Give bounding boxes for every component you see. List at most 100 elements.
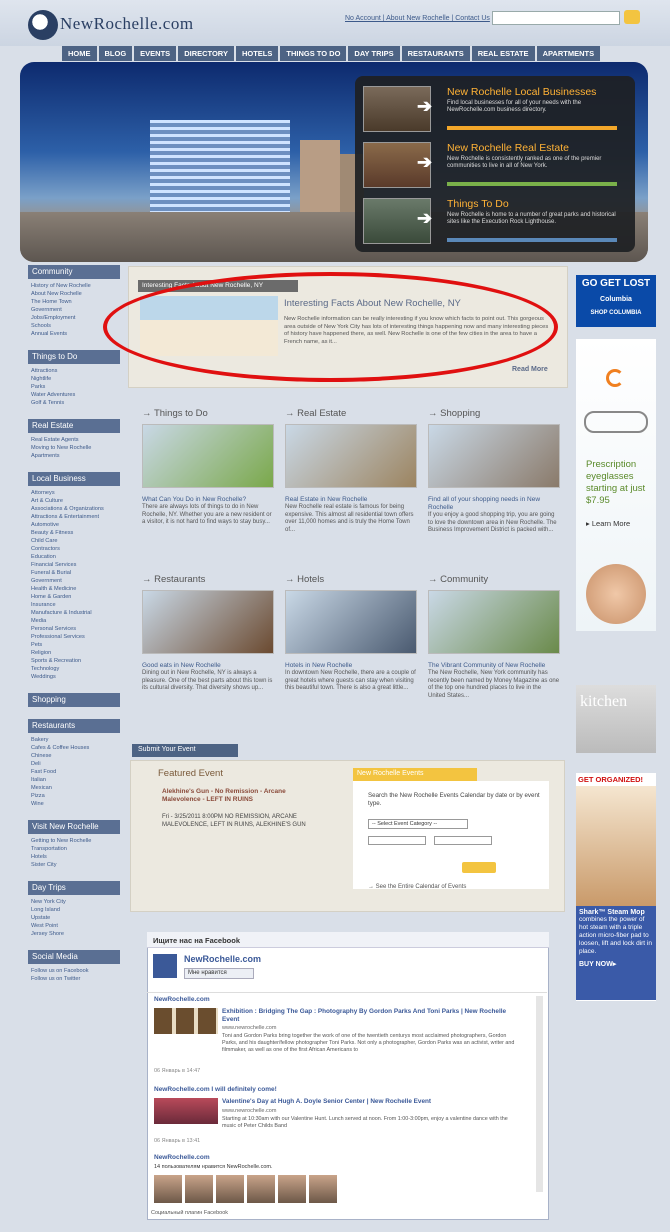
promo-item[interactable]: ➔ New Rochelle Real Estate New Rochelle … xyxy=(363,142,627,192)
sidebar-link[interactable]: Transportation xyxy=(28,845,123,853)
sidebar-link[interactable]: Italian xyxy=(28,776,123,784)
section-heading[interactable]: → Things to Do xyxy=(142,408,274,420)
section-title[interactable]: Good eats in New Rochelle xyxy=(142,662,274,670)
sidebar-link[interactable]: Follow us on Facebook xyxy=(28,967,123,975)
section-title[interactable]: Hotels in New Rochelle xyxy=(285,662,417,670)
site-logo[interactable]: NewRochelle.com xyxy=(60,14,194,34)
nav-day-trips[interactable]: DAY TRIPS xyxy=(348,46,400,61)
facebook-page-avatar[interactable] xyxy=(153,954,177,978)
fan-avatar[interactable] xyxy=(154,1175,182,1203)
feed-scrollbar[interactable] xyxy=(536,996,543,1192)
sidebar-link[interactable]: Automotive xyxy=(28,521,123,529)
sidebar-category[interactable]: Real Estate xyxy=(28,419,120,433)
sidebar-category[interactable]: Community xyxy=(28,265,120,279)
sidebar-link[interactable]: Personal Services xyxy=(28,625,123,633)
sidebar-link[interactable]: Funeral & Burial xyxy=(28,569,123,577)
sidebar-link[interactable]: Attorneys xyxy=(28,489,123,497)
sidebar-link[interactable]: Attractions & Entertainment xyxy=(28,513,123,521)
sidebar-link[interactable]: Long Island xyxy=(28,906,123,914)
section-heading[interactable]: → Real Estate xyxy=(285,408,417,420)
fan-avatar[interactable] xyxy=(216,1175,244,1203)
nav-real-estate[interactable]: REAL ESTATE xyxy=(471,46,535,61)
sidebar-category[interactable]: Shopping xyxy=(28,693,120,707)
section-heading[interactable]: → Restaurants xyxy=(142,574,274,586)
fan-avatar[interactable] xyxy=(247,1175,275,1203)
start-date-field[interactable] xyxy=(368,836,426,845)
sidebar-link[interactable]: Insurance xyxy=(28,601,123,609)
section-image[interactable] xyxy=(142,590,274,654)
buy-now-link[interactable]: BUY NOW▸ xyxy=(579,960,653,968)
sidebar-link[interactable]: Professional Services xyxy=(28,633,123,641)
search-events-button[interactable] xyxy=(462,862,496,873)
sidebar-link[interactable]: Sports & Recreation xyxy=(28,657,123,665)
section-title[interactable]: Find all of your shopping needs in New R… xyxy=(428,496,560,512)
post-source[interactable]: NewRochelle.com xyxy=(154,996,210,1003)
nav-hotels[interactable]: HOTELS xyxy=(235,46,279,61)
end-date-field[interactable] xyxy=(434,836,492,845)
sidebar-link[interactable]: History of New Rochelle xyxy=(28,282,123,290)
sidebar-link[interactable]: Beauty & Fitness xyxy=(28,529,123,537)
learn-more-link[interactable]: ▸ Learn More xyxy=(586,519,630,528)
sidebar-link[interactable]: Manufacture & Industrial xyxy=(28,609,123,617)
sidebar-link[interactable]: Education xyxy=(28,553,123,561)
search-input[interactable] xyxy=(492,11,620,25)
nav-directory[interactable]: DIRECTORY xyxy=(178,46,234,61)
facebook-like-button[interactable]: Мне нравится xyxy=(184,968,254,979)
sidebar-link[interactable]: Pets xyxy=(28,641,123,649)
fan-avatar[interactable] xyxy=(278,1175,306,1203)
sidebar-link[interactable]: Real Estate Agents xyxy=(28,436,123,444)
nav-restaurants[interactable]: RESTAURANTS xyxy=(401,46,470,61)
nav-home[interactable]: HOME xyxy=(62,46,97,61)
sidebar-link[interactable]: Fast Food xyxy=(28,768,123,776)
nav-blog[interactable]: BLOG xyxy=(98,46,133,61)
columbia-ad[interactable]: GO GET LOST Columbia SHOP COLUMBIA xyxy=(576,275,656,327)
see-calendar-link[interactable]: → See the Entire Calendar of Events xyxy=(368,884,466,890)
section-heading[interactable]: → Shopping xyxy=(428,408,560,420)
section-title[interactable]: Real Estate in New Rochelle xyxy=(285,496,417,504)
sidebar-category[interactable]: Local Business xyxy=(28,472,120,486)
promo-item[interactable]: ➔ Things To Do New Rochelle is home to a… xyxy=(363,198,627,248)
sidebar-link[interactable]: Pizza xyxy=(28,792,123,800)
sidebar-link[interactable]: Religion xyxy=(28,649,123,657)
sidebar-link[interactable]: The Home Town xyxy=(28,298,123,306)
section-heading[interactable]: → Community xyxy=(428,574,560,586)
section-image[interactable] xyxy=(285,424,417,488)
sidebar-link[interactable]: Weddings xyxy=(28,673,123,681)
section-image[interactable] xyxy=(428,424,560,488)
sidebar-category[interactable]: Restaurants xyxy=(28,719,120,733)
sidebar-link[interactable]: Sister City xyxy=(28,861,123,869)
nav-events[interactable]: EVENTS xyxy=(134,46,177,61)
post-source[interactable]: NewRochelle.com xyxy=(154,1154,210,1161)
sidebar-link[interactable]: Financial Services xyxy=(28,561,123,569)
post-source[interactable]: NewRochelle.com I will definitely come! xyxy=(154,1086,277,1093)
sidebar-link[interactable]: Upstate xyxy=(28,914,123,922)
sidebar-link[interactable]: Mexican xyxy=(28,784,123,792)
sidebar-link[interactable]: Contractors xyxy=(28,545,123,553)
sidebar-link[interactable]: Health & Medicine xyxy=(28,585,123,593)
eyeglasses-ad[interactable]: Prescription eyeglasses starting at just… xyxy=(576,339,656,631)
section-image[interactable] xyxy=(142,424,274,488)
sidebar-link[interactable]: Art & Culture xyxy=(28,497,123,505)
post-title[interactable]: Exhibition : Bridging The Gap : Photogra… xyxy=(222,1008,514,1024)
shark-ad[interactable]: GET ORGANIZED! Shark™ Steam Mop combines… xyxy=(576,773,656,1001)
nav-apartments[interactable]: APARTMENTS xyxy=(536,46,601,61)
fan-avatar[interactable] xyxy=(185,1175,213,1203)
read-more-link[interactable]: Read More xyxy=(512,366,548,373)
submit-event-button[interactable]: Submit Your Event xyxy=(132,744,238,757)
sidebar-link[interactable]: About New Rochelle xyxy=(28,290,123,298)
sidebar-link[interactable]: Moving to New Rochelle xyxy=(28,444,123,452)
search-button[interactable] xyxy=(624,10,640,24)
promo-item[interactable]: ➔ New Rochelle Local Businesses Find loc… xyxy=(363,86,627,136)
sidebar-link[interactable]: Deli xyxy=(28,760,123,768)
sidebar-link[interactable]: Parks xyxy=(28,383,123,391)
sidebar-link[interactable]: Nightlife xyxy=(28,375,123,383)
post-title[interactable]: Valentine's Day at Hugh A. Doyle Senior … xyxy=(222,1098,514,1106)
sidebar-link[interactable]: Media xyxy=(28,617,123,625)
sidebar-category[interactable]: Social Media xyxy=(28,950,120,964)
sidebar-link[interactable]: Child Care xyxy=(28,537,123,545)
fan-avatar[interactable] xyxy=(309,1175,337,1203)
sidebar-link[interactable]: Technology xyxy=(28,665,123,673)
post-thumbnail[interactable] xyxy=(154,1098,218,1124)
sidebar-link[interactable]: Attractions xyxy=(28,367,123,375)
sidebar-link[interactable]: Getting to New Rochelle xyxy=(28,837,123,845)
